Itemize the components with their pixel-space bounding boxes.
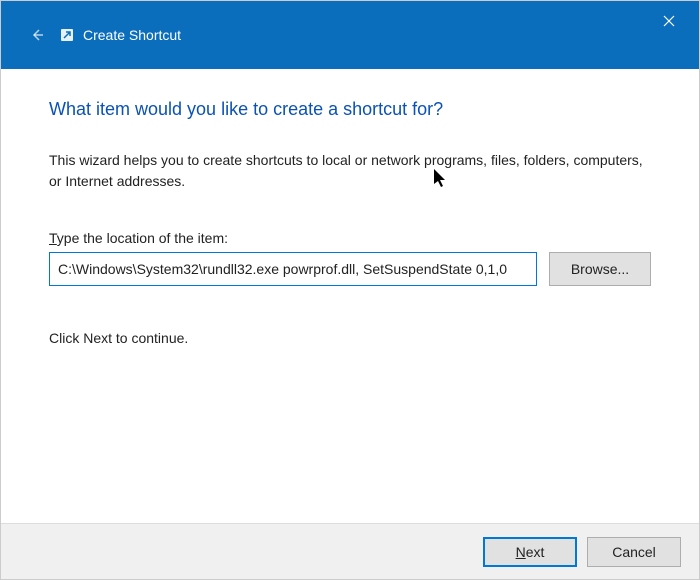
next-button[interactable]: Next: [483, 537, 577, 567]
shortcut-icon: [59, 27, 75, 43]
wizard-description: This wizard helps you to create shortcut…: [49, 150, 651, 192]
content-area: What item would you like to create a sho…: [1, 69, 699, 366]
location-input[interactable]: [49, 252, 537, 286]
input-row: Browse...: [49, 252, 651, 286]
window-title: Create Shortcut: [83, 27, 181, 43]
titlebar: Create Shortcut: [1, 1, 699, 69]
page-heading: What item would you like to create a sho…: [49, 99, 651, 120]
continue-text: Click Next to continue.: [49, 330, 651, 346]
back-icon: [25, 23, 49, 47]
footer: Next Cancel: [1, 523, 699, 579]
close-button[interactable]: [649, 7, 689, 35]
location-label: Type the location of the item:: [49, 230, 651, 246]
browse-button[interactable]: Browse...: [549, 252, 651, 286]
cancel-button[interactable]: Cancel: [587, 537, 681, 567]
